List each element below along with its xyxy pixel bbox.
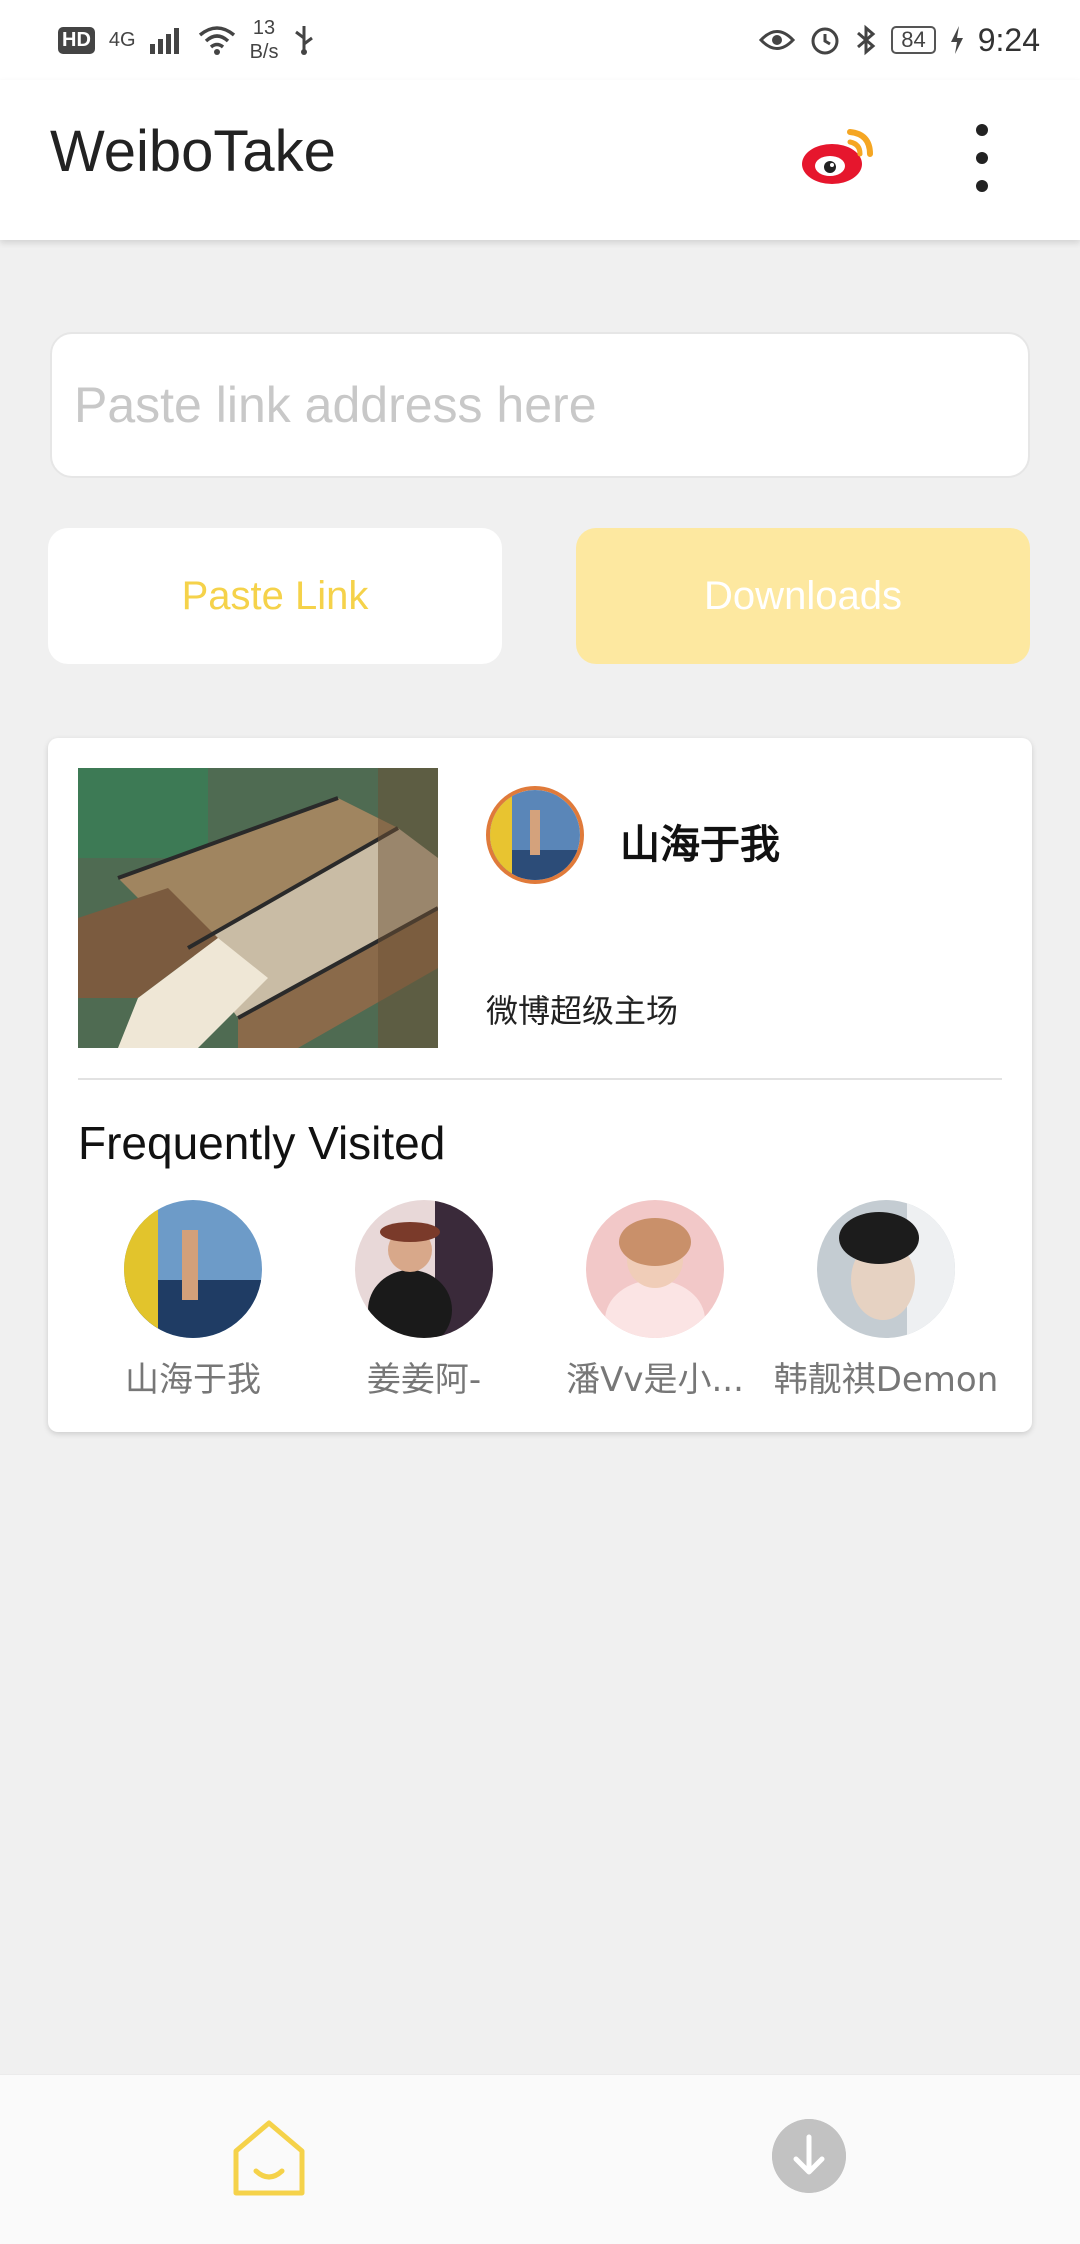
frequent-user-name: 韩靓祺Demon: [773, 1360, 999, 1400]
menu-dot: [976, 180, 988, 192]
frequent-user-item[interactable]: 潘Vv是小...: [540, 1200, 770, 1401]
usb-icon: [295, 26, 314, 55]
network-type: 4G: [108, 29, 136, 51]
app-title: WeiboTake: [50, 119, 336, 184]
network-speed: 13 B/s: [250, 16, 279, 64]
post-thumbnail[interactable]: [78, 768, 438, 1048]
frequently-visited-title: Frequently Visited: [78, 1117, 446, 1169]
eye-icon: [759, 30, 796, 50]
more-vertical-icon[interactable]: [964, 124, 1000, 192]
hd-badge: HD: [58, 26, 95, 54]
alarm-icon: [811, 27, 839, 55]
avatar: [817, 1200, 955, 1338]
frequent-user-item[interactable]: 姜姜阿-: [309, 1200, 539, 1401]
post-source: 微博超级主场: [486, 992, 679, 1030]
charging-icon: [950, 26, 963, 54]
menu-dot: [976, 152, 988, 164]
divider: [78, 1078, 1002, 1080]
avatar: [586, 1200, 724, 1338]
paste-link-button[interactable]: Paste Link: [48, 528, 502, 664]
speed-unit: B/s: [249, 41, 279, 63]
signal-icon: [149, 28, 179, 54]
bottom-navigation: [0, 2074, 1080, 2244]
status-right: 84 9:24: [759, 22, 1040, 59]
downloads-button[interactable]: Downloads: [576, 528, 1030, 664]
status-left: HD 4G 13 B/s: [58, 16, 316, 64]
app-bar: WeiboTake: [0, 80, 1080, 240]
frequent-user-item[interactable]: 山海于我: [78, 1200, 308, 1401]
avatar-image: [490, 790, 580, 880]
bluetooth-icon: [857, 24, 876, 56]
menu-dot: [976, 124, 988, 136]
download-icon[interactable]: [772, 2119, 846, 2193]
link-address-input[interactable]: [50, 332, 1030, 478]
author-avatar[interactable]: [486, 786, 584, 884]
status-bar: HD 4G 13 B/s 84 9:24: [0, 0, 1080, 80]
clock: 9:24: [977, 21, 1040, 58]
speed-value: 13: [252, 17, 276, 39]
staircase-image: [78, 768, 438, 1048]
post-card: 山海于我 微博超级主场 Frequently Visited 山海于我 姜姜阿-: [48, 738, 1032, 1432]
weibo-logo-icon[interactable]: [800, 124, 876, 188]
avatar: [124, 1200, 262, 1338]
home-icon[interactable]: [232, 2119, 306, 2197]
wifi-icon: [198, 26, 235, 55]
frequent-user-name: 潘Vv是小...: [566, 1360, 744, 1400]
avatar: [355, 1200, 493, 1338]
frequent-user-name: 姜姜阿-: [366, 1360, 482, 1400]
frequent-user-name: 山海于我: [125, 1360, 261, 1400]
author-name[interactable]: 山海于我: [620, 812, 780, 870]
battery-level: 84: [891, 26, 936, 54]
frequent-user-item[interactable]: 韩靓祺Demon: [771, 1200, 1001, 1401]
